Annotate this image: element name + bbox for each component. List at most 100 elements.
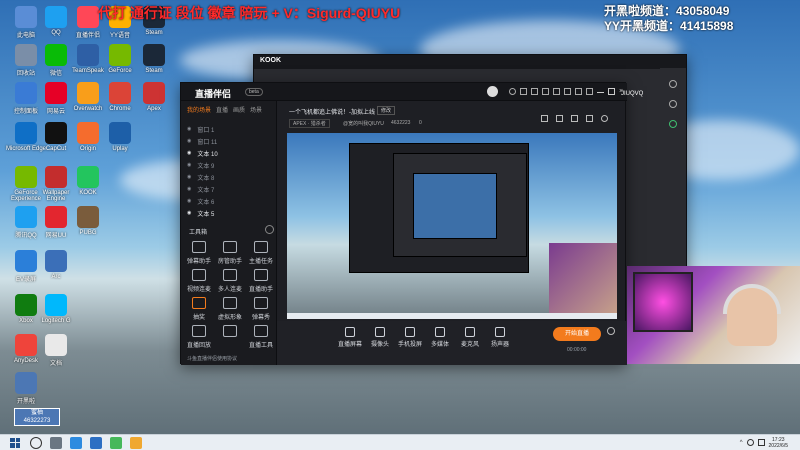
desktop-icon[interactable]: Logitech G [34, 294, 78, 324]
pin-icon[interactable] [575, 88, 582, 95]
eye-icon[interactable]: ◉ [187, 126, 191, 132]
menu-icon[interactable] [586, 88, 593, 95]
start-icon[interactable] [10, 437, 20, 448]
tool-item[interactable]: 主播任务 [247, 241, 275, 265]
settings-icon[interactable] [607, 327, 615, 335]
stream-category[interactable]: APEX · 猎杀者 [289, 119, 330, 128]
cart-icon[interactable] [564, 88, 571, 95]
stream-title[interactable]: 一个飞机都追上佛说！-加拟上线 [289, 107, 375, 116]
nested-window-3 [413, 173, 497, 239]
tool-item[interactable]: 虚拟形象 [216, 297, 244, 321]
tool-item[interactable]: 房管助手 [216, 241, 244, 265]
tool-icon [254, 325, 268, 337]
mail-icon[interactable] [520, 88, 527, 95]
app-icon [45, 206, 67, 228]
eye-icon[interactable]: ◉ [187, 150, 191, 156]
tools-add-icon[interactable] [265, 225, 274, 234]
desktop-icon-label: Steam [145, 30, 163, 36]
source-item[interactable]: ◉ 窗口 1 [187, 124, 277, 134]
bell-icon[interactable] [669, 80, 677, 88]
minimize-icon[interactable] [597, 92, 604, 93]
tool-item[interactable]: 直播工具 [247, 325, 275, 349]
preview-canvas[interactable] [287, 133, 617, 319]
user-icon[interactable] [669, 120, 677, 128]
desktop-icon[interactable]: Uplay [98, 122, 142, 152]
bottom-tool-button[interactable]: 手机投屏 [397, 327, 423, 348]
desktop-icon-label: KOOK [79, 190, 97, 196]
app-icon [77, 6, 99, 28]
tool-item[interactable]: 弹幕助手 [185, 241, 213, 265]
desktop-icon[interactable]: Arc [34, 250, 78, 280]
source-item[interactable]: ◉ 文本 10 [187, 148, 277, 158]
explorer-icon[interactable] [70, 436, 82, 449]
notice-icon[interactable] [586, 115, 593, 122]
eye-icon[interactable]: ◉ [187, 138, 191, 144]
gift-icon[interactable] [542, 88, 549, 95]
bottom-tool-button[interactable]: 直播屏幕 [337, 327, 363, 348]
stream-companion-window[interactable]: 直播伴侣 beta JIUQVQ × 我的场景 直播 画质 场景 ◉ 窗口 1 ◉ 窗口 1… [180, 82, 643, 365]
scene-tab[interactable]: 直播 [216, 105, 228, 114]
footer-note[interactable]: 斗鱼直播伴侣使用协议 [187, 355, 237, 362]
volume-icon[interactable] [757, 439, 765, 446]
eye-icon[interactable]: ◉ [187, 210, 191, 216]
share-icon[interactable] [601, 115, 608, 122]
heart-icon[interactable] [669, 100, 677, 108]
tool-item[interactable]: 直播回放 [185, 325, 213, 349]
scene-tab[interactable]: 我的场景 [187, 105, 211, 114]
search-icon[interactable] [30, 436, 42, 449]
browser-icon[interactable] [90, 436, 102, 449]
kook-taskbar-icon[interactable] [110, 436, 122, 449]
lock-icon[interactable] [541, 115, 548, 122]
stream-title-badge[interactable]: 修改 [377, 106, 396, 115]
desktop-icon[interactable]: PUBG [66, 206, 110, 236]
bottom-tool-button[interactable]: 扬声器 [487, 327, 513, 348]
tool-item[interactable]: 抽奖 [185, 297, 213, 321]
tool-item[interactable]: 多人连麦 [216, 269, 244, 293]
source-item[interactable]: ◉ 窗口 11 [187, 136, 277, 146]
streamer-nameplate: 蜜柚 46322273 [14, 408, 60, 426]
chat-icon[interactable] [531, 88, 538, 95]
desktop-icon[interactable]: KOOK [66, 166, 110, 196]
source-label: 文本 9 [197, 163, 215, 170]
bottom-tool-button[interactable]: 麦克风 [457, 327, 483, 348]
desktop-icon[interactable]: Apex [132, 82, 176, 112]
bottom-tool-button[interactable]: 多媒体 [427, 327, 453, 348]
scene-tab[interactable]: 画质 [233, 105, 245, 114]
tray-arrow-icon[interactable]: ^ [740, 440, 743, 446]
eye-icon[interactable]: ◉ [187, 174, 191, 180]
clock[interactable]: 17:23 2022/6/5 [769, 437, 788, 449]
tool-item[interactable]: 直播助手 [247, 269, 275, 293]
app-icon [45, 122, 67, 144]
maximize-icon[interactable] [608, 88, 615, 95]
desktop-icon[interactable]: 文档 [34, 334, 78, 367]
bottom-tool-button[interactable]: 摄像头 [367, 327, 393, 348]
bottom-tool-label: 扬声器 [490, 342, 509, 348]
source-item[interactable]: ◉ 文本 6 [187, 196, 277, 206]
taskview-icon[interactable] [50, 436, 62, 449]
tool-item[interactable]: 弹幕秀 [247, 297, 275, 321]
refresh-icon[interactable] [509, 88, 516, 95]
gallery-icon[interactable] [556, 115, 563, 122]
eye-icon[interactable]: ◉ [187, 186, 191, 192]
source-item[interactable]: ◉ 文本 5 [187, 208, 277, 218]
desktop-icon[interactable]: Steam [132, 44, 176, 74]
wifi-icon[interactable] [746, 439, 754, 446]
desktop-icon[interactable]: 开黑啦 [4, 372, 48, 405]
scene-tab[interactable]: 场景 [250, 105, 262, 114]
store-icon[interactable] [130, 436, 142, 449]
eye-icon[interactable]: ◉ [187, 198, 191, 204]
close-icon[interactable]: × [619, 88, 626, 95]
avatar[interactable] [487, 86, 498, 97]
source-item[interactable]: ◉ 文本 8 [187, 172, 277, 182]
tool-label: 弹幕助手 [186, 259, 211, 265]
source-item[interactable]: ◉ 文本 9 [187, 160, 277, 170]
eye-icon[interactable]: ◉ [187, 162, 191, 168]
tool-item[interactable] [216, 325, 244, 340]
start-stream-button[interactable]: 开始直播 [553, 327, 601, 341]
source-label: 文本 6 [197, 199, 215, 206]
source-item[interactable]: ◉ 文本 7 [187, 184, 277, 194]
tool-item[interactable]: 视频连麦 [185, 269, 213, 293]
bottom-tool-icon [345, 327, 355, 337]
copy-icon[interactable] [571, 115, 578, 122]
shirt-icon[interactable] [553, 88, 560, 95]
